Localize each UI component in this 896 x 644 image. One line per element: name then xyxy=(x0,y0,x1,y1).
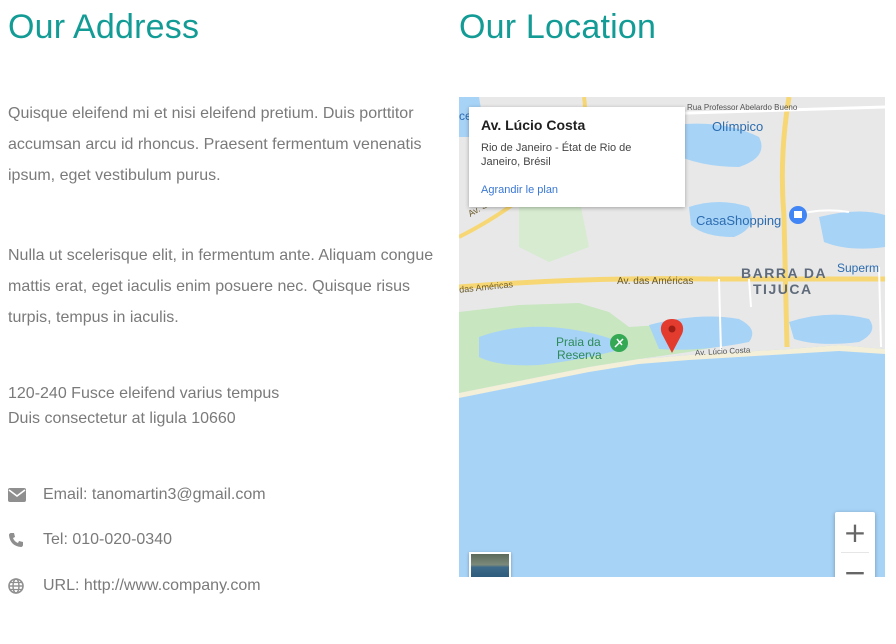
popup-title: Av. Lúcio Costa xyxy=(481,117,586,133)
satellite-toggle-thumbnail[interactable] xyxy=(469,552,511,577)
label-tijuca: TIJUCA xyxy=(753,281,813,297)
url-text[interactable]: URL: http://www.company.com xyxy=(43,577,261,595)
location-title: Our Location xyxy=(459,8,657,46)
address-paragraph-2: Nulla ut scelerisque elit, in fermentum … xyxy=(8,247,434,326)
street-address: 120-240 Fusce eleifend varius tempus Dui… xyxy=(8,381,438,431)
label-casashopping: CasaShopping xyxy=(696,213,782,228)
address-title: Our Address xyxy=(8,8,200,46)
contact-tel: Tel: 010-020-0340 xyxy=(8,528,438,552)
address-paragraph-1: Quisque eleifend mi et nisi eleifend pre… xyxy=(8,105,422,184)
zoom-in-button[interactable]: + xyxy=(835,512,875,552)
street-line-2: Duis consectetur at ligula 10660 xyxy=(8,410,236,427)
enlarge-map-link[interactable]: Agrandir le plan xyxy=(481,184,673,196)
zoom-controls: + − xyxy=(835,512,875,577)
label-supermarket: Superm xyxy=(837,261,880,275)
tel-text: Tel: 010-020-0340 xyxy=(43,531,172,548)
popup-address: Rio de Janeiro - État de Rio de Janeiro,… xyxy=(481,142,632,168)
zoom-out-button[interactable]: − xyxy=(835,552,875,578)
zoom-divider xyxy=(841,552,869,553)
email-text[interactable]: Email: tanomartin3@gmail.com xyxy=(43,486,266,504)
label-olimpico: Olímpico xyxy=(712,119,764,134)
envelope-icon xyxy=(8,485,43,505)
phone-icon xyxy=(8,530,43,550)
label-praia-1: Praia da xyxy=(556,335,601,349)
contact-email: Email: tanomartin3@gmail.com xyxy=(8,483,438,507)
map[interactable]: Olímpico Rua Professor Abelardo Bueno Ca… xyxy=(459,97,885,577)
street-line-1: 120-240 Fusce eleifend varius tempus xyxy=(8,385,280,402)
label-das-americas-right: Av. das Américas xyxy=(617,276,694,287)
contact-url: URL: http://www.company.com xyxy=(8,574,438,598)
map-info-popup: Av. Lúcio Costa Rio de Janeiro - État de… xyxy=(469,107,685,207)
label-praia-2: Reserva xyxy=(557,348,602,362)
label-abelardo: Rua Professor Abelardo Bueno xyxy=(687,103,798,112)
globe-icon xyxy=(8,576,43,596)
label-barra: BARRA DA xyxy=(741,265,828,281)
